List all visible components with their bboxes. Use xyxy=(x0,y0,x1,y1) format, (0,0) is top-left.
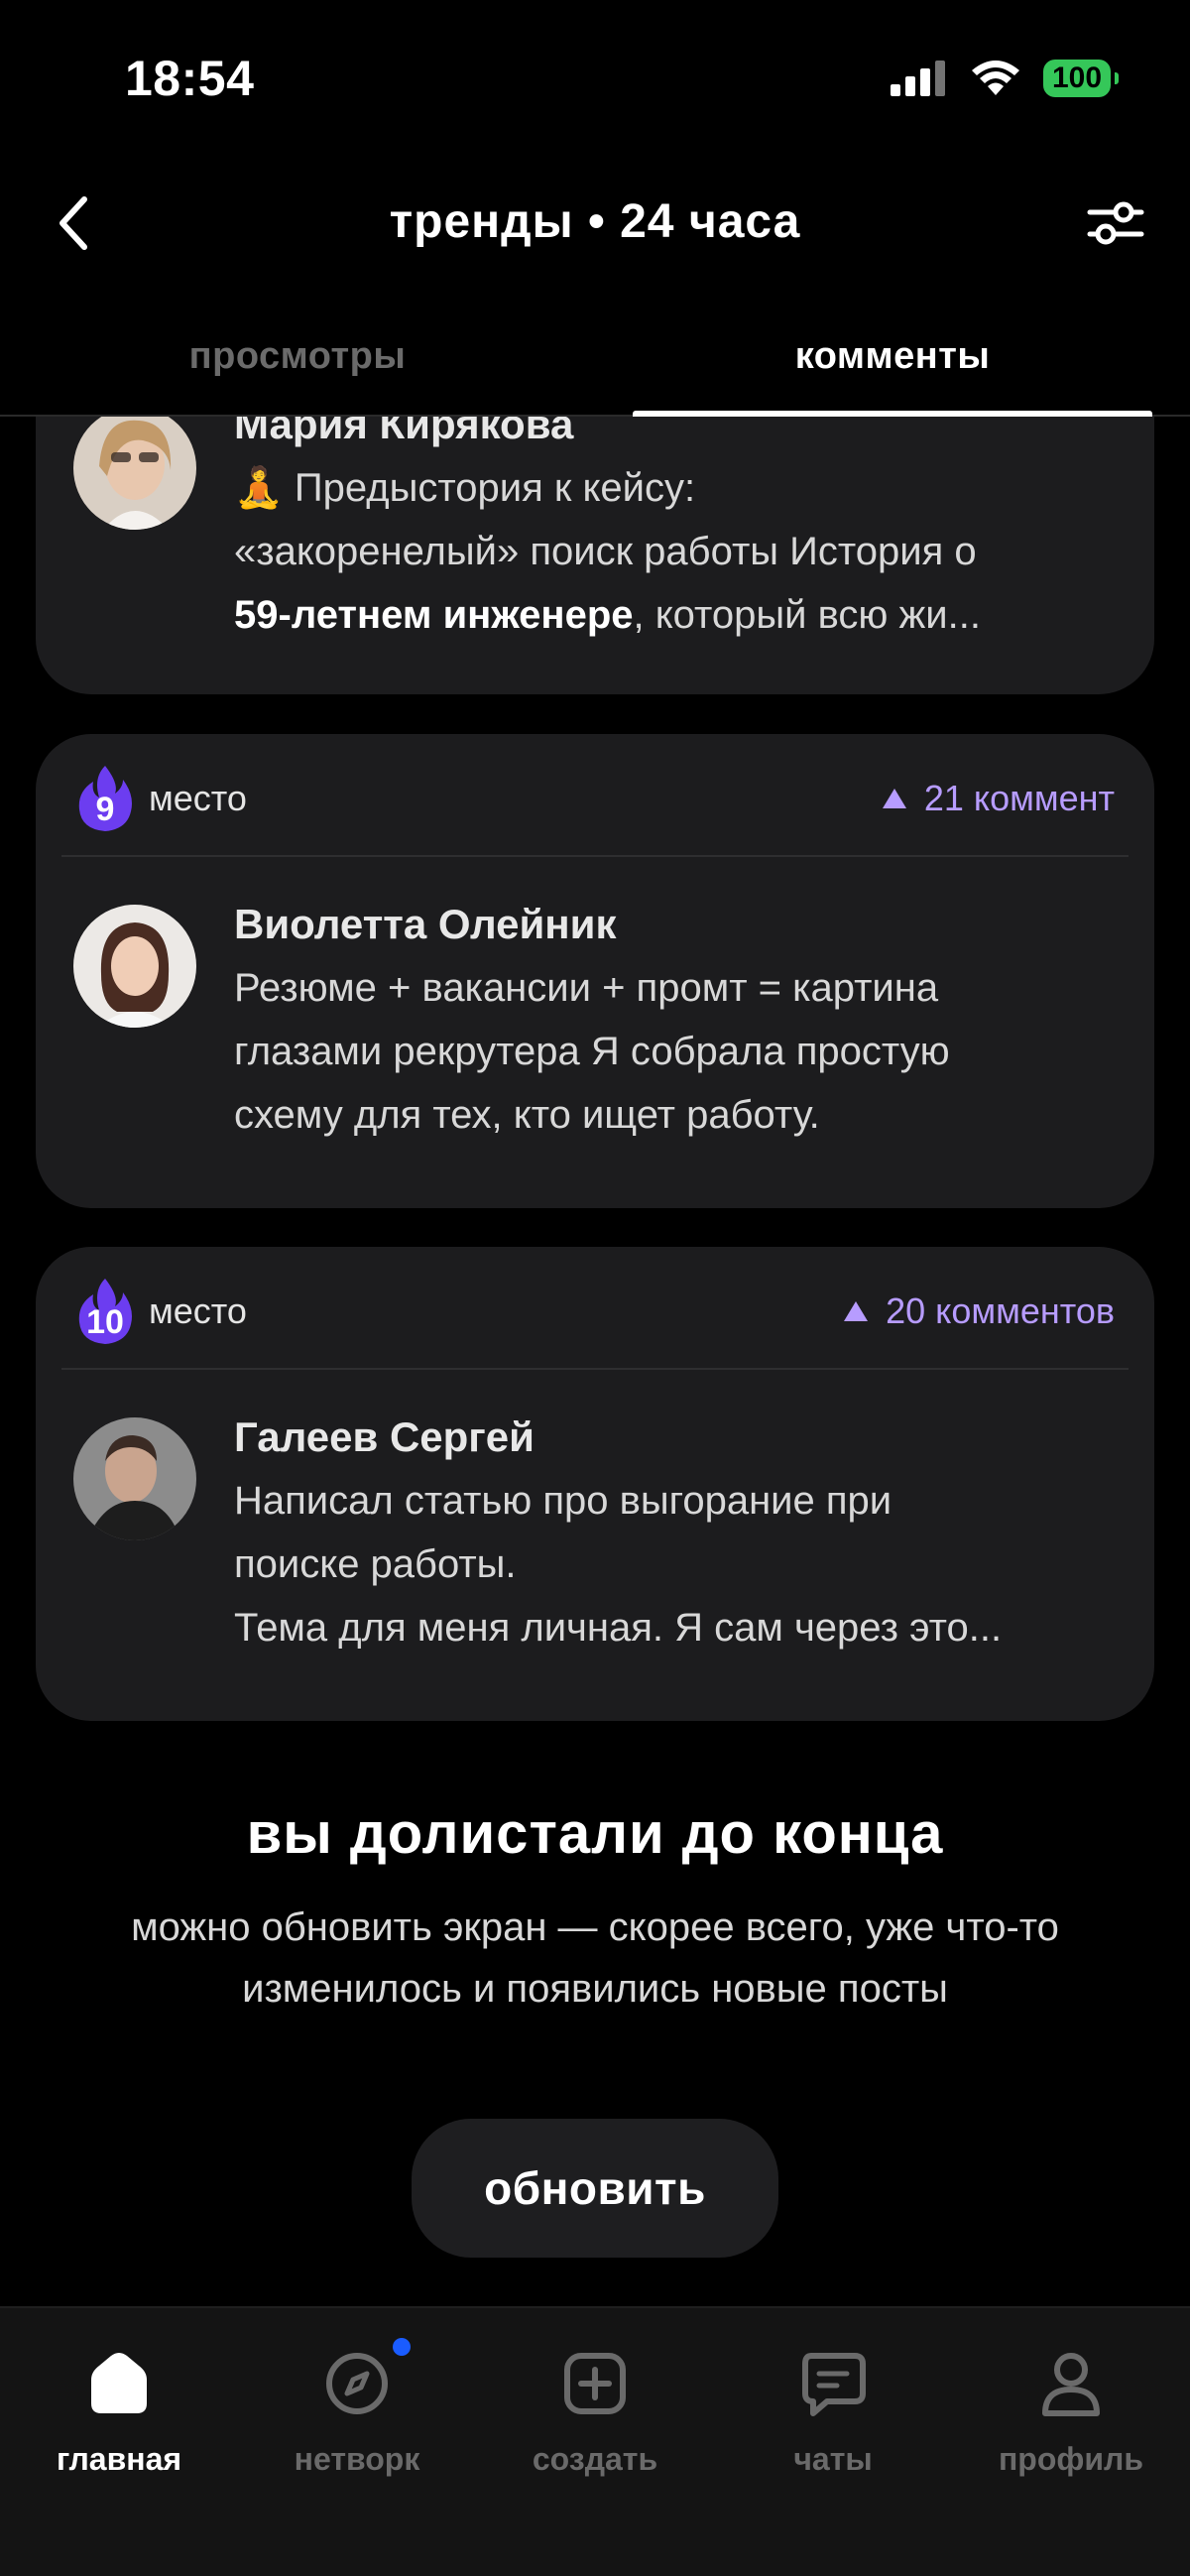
rank-row: 9 место 21 коммент xyxy=(75,754,1115,843)
rank-row: 10 место 20 комментов xyxy=(75,1267,1115,1356)
nav-network[interactable]: нетворк xyxy=(238,2338,476,2478)
triangle-up-icon xyxy=(882,789,906,808)
status-bar: 18:54 100 xyxy=(0,0,1190,159)
avatar[interactable] xyxy=(73,905,196,1028)
rank-label: место xyxy=(149,1290,247,1331)
comment-count: 20 комментов xyxy=(842,1290,1115,1332)
status-icons: 100 xyxy=(891,60,1119,97)
page-title: тренды • 24 часа xyxy=(389,195,801,248)
triangle-up-icon xyxy=(844,1301,869,1321)
comment-count: 21 коммент xyxy=(881,778,1115,819)
post-text-rest: , который всю жи... xyxy=(633,593,981,637)
post-text-line: Тема для меня личная. Я сам через это... xyxy=(234,1606,1003,1650)
nav-profile[interactable]: профиль xyxy=(952,2348,1190,2478)
compass-icon xyxy=(326,2353,388,2414)
end-of-feed-text: можно обновить экран — скорее всего, уже… xyxy=(131,1905,1059,2011)
post-text-line: 🧘 Предыстория к кейсу: xyxy=(234,466,696,510)
post-text-line: схему для тех, кто ищет работу. xyxy=(234,1093,820,1137)
nav-label: создать xyxy=(532,2441,658,2477)
cellular-signal-icon xyxy=(891,61,945,96)
post-text-line: глазами рекрутера Я собрала простую xyxy=(234,1030,950,1073)
nav-create[interactable]: создать xyxy=(476,2348,714,2478)
post-text-bold: 59-летнем инженере xyxy=(234,593,634,637)
post-card[interactable]: 10 место 20 комментов Галеев Сергей Напи… xyxy=(36,1247,1154,1721)
rank-badge: 9 xyxy=(75,764,135,833)
post-card[interactable]: 9 место 21 коммент Виолетта Олейник Резю… xyxy=(36,734,1154,1208)
header: тренды • 24 часа xyxy=(0,159,1190,288)
user-icon xyxy=(1042,2353,1100,2416)
rank-number: 9 xyxy=(95,791,115,828)
divider xyxy=(61,855,1129,857)
post-text-line: поиске работы. xyxy=(234,1542,517,1586)
post-text[interactable]: Написал статью про выгорание при поиске … xyxy=(234,1469,1119,1659)
home-icon xyxy=(91,2353,147,2413)
battery-icon: 100 xyxy=(1043,60,1119,97)
wifi-icon xyxy=(972,61,1019,95)
comment-count-text: 20 комментов xyxy=(886,1290,1115,1331)
active-tab-indicator xyxy=(633,411,1152,417)
post-text[interactable]: Резюме + вакансии + промт = картина глаз… xyxy=(234,956,1119,1147)
chat-icon xyxy=(802,2353,866,2416)
rank-number: 10 xyxy=(86,1303,124,1341)
bottom-nav: главная нетворк создать чаты профиль xyxy=(0,2306,1190,2576)
avatar[interactable] xyxy=(73,1417,196,1540)
tabs: просмотры комменты xyxy=(0,288,1190,417)
comment-count-text: 21 коммент xyxy=(923,778,1115,818)
nav-label: чаты xyxy=(793,2441,873,2477)
end-of-feed-title: вы долистали до конца xyxy=(246,1801,944,1866)
rank-label: место xyxy=(149,778,247,818)
sliders-icon xyxy=(1087,201,1144,245)
plus-square-icon xyxy=(564,2353,626,2414)
post-author[interactable]: Галеев Сергей xyxy=(234,1413,535,1461)
post-text[interactable]: 🧘 Предыстория к кейсу: «закоренелый» пои… xyxy=(234,456,1119,647)
post-text-line: «закоренелый» поиск работы История о xyxy=(234,530,977,573)
post-author[interactable]: Виолетта Олейник xyxy=(234,901,617,948)
nav-chats[interactable]: чаты xyxy=(714,2348,952,2478)
post-text-line: Резюме + вакансии + промт = картина xyxy=(234,966,939,1010)
nav-label: профиль xyxy=(998,2441,1144,2477)
nav-label: главная xyxy=(56,2441,182,2477)
notification-badge xyxy=(393,2338,411,2356)
avatar[interactable] xyxy=(73,407,196,530)
tab-comments[interactable]: комменты xyxy=(595,335,1190,378)
tab-views[interactable]: просмотры xyxy=(0,335,595,378)
nav-home[interactable]: главная xyxy=(0,2348,238,2478)
nav-label: нетворк xyxy=(294,2441,420,2477)
divider xyxy=(61,1368,1129,1370)
filter-button[interactable] xyxy=(1081,188,1150,258)
rank-badge: 10 xyxy=(75,1277,135,1346)
status-time: 18:54 xyxy=(125,51,255,106)
post-text-line-rich: 59-летнем инженере, который всю жи... xyxy=(234,583,1119,647)
post-text-line: Написал статью про выгорание при xyxy=(234,1479,892,1523)
refresh-button[interactable]: обновить xyxy=(412,2119,778,2258)
